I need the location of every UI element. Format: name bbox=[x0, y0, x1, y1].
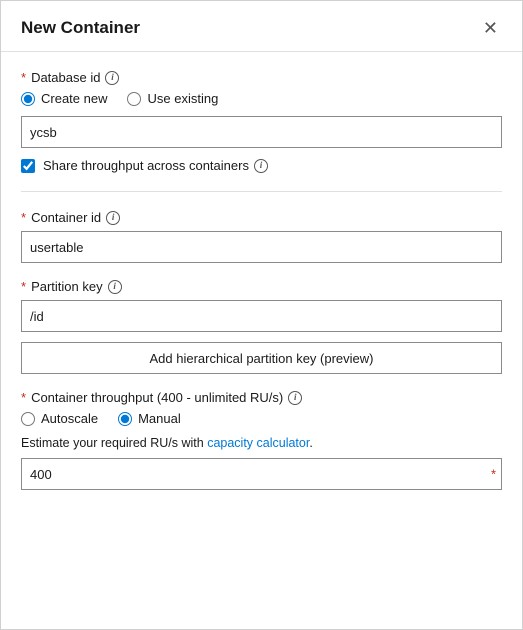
throughput-input[interactable] bbox=[21, 458, 502, 490]
throughput-label-text: Container throughput (400 - unlimited RU… bbox=[31, 390, 283, 405]
section-divider bbox=[21, 191, 502, 192]
estimate-prefix: Estimate your required RU/s with bbox=[21, 436, 207, 450]
estimate-suffix: . bbox=[309, 436, 312, 450]
dialog-title: New Container bbox=[21, 18, 140, 38]
partition-required-star: * bbox=[21, 279, 26, 294]
dialog-body: * Database id i Create new Use existing bbox=[1, 52, 522, 508]
create-new-radio[interactable] bbox=[21, 92, 35, 106]
use-existing-label-text: Use existing bbox=[147, 91, 218, 106]
database-id-input[interactable] bbox=[21, 116, 502, 148]
manual-radio-label[interactable]: Manual bbox=[118, 411, 181, 426]
database-id-info-icon[interactable]: i bbox=[105, 71, 119, 85]
partition-key-label-text: Partition key bbox=[31, 279, 103, 294]
container-id-input[interactable] bbox=[21, 231, 502, 263]
close-button[interactable]: ✕ bbox=[479, 17, 502, 39]
throughput-input-required-star: * bbox=[491, 467, 496, 482]
throughput-required-star: * bbox=[21, 390, 26, 405]
share-throughput-row: Share throughput across containers i bbox=[21, 158, 502, 173]
autoscale-label-text: Autoscale bbox=[41, 411, 98, 426]
share-throughput-label-text: Share throughput across containers bbox=[43, 158, 249, 173]
throughput-input-wrapper: * bbox=[21, 458, 502, 490]
database-radio-group: Create new Use existing bbox=[21, 91, 502, 106]
create-new-radio-label[interactable]: Create new bbox=[21, 91, 107, 106]
add-partition-btn[interactable]: Add hierarchical partition key (preview) bbox=[21, 342, 502, 374]
share-throughput-label[interactable]: Share throughput across containers i bbox=[43, 158, 268, 173]
dialog-header: New Container ✕ bbox=[1, 1, 522, 52]
throughput-section: * Container throughput (400 - unlimited … bbox=[21, 390, 502, 490]
container-id-section: * Container id i bbox=[21, 210, 502, 263]
manual-radio[interactable] bbox=[118, 412, 132, 426]
database-id-section: * Database id i Create new Use existing bbox=[21, 70, 502, 173]
manual-label-text: Manual bbox=[138, 411, 181, 426]
use-existing-radio-label[interactable]: Use existing bbox=[127, 91, 218, 106]
create-new-label-text: Create new bbox=[41, 91, 107, 106]
estimate-text: Estimate your required RU/s with capacit… bbox=[21, 436, 502, 450]
throughput-label: * Container throughput (400 - unlimited … bbox=[21, 390, 502, 405]
partition-key-input[interactable] bbox=[21, 300, 502, 332]
database-id-label: * Database id i bbox=[21, 70, 502, 85]
capacity-calculator-link[interactable]: capacity calculator bbox=[207, 436, 309, 450]
autoscale-radio-label[interactable]: Autoscale bbox=[21, 411, 98, 426]
use-existing-radio[interactable] bbox=[127, 92, 141, 106]
throughput-radio-group: Autoscale Manual bbox=[21, 411, 502, 426]
container-id-label: * Container id i bbox=[21, 210, 502, 225]
database-id-label-text: Database id bbox=[31, 70, 100, 85]
container-id-label-text: Container id bbox=[31, 210, 101, 225]
container-required-star: * bbox=[21, 210, 26, 225]
partition-key-info-icon[interactable]: i bbox=[108, 280, 122, 294]
throughput-info-icon[interactable]: i bbox=[288, 391, 302, 405]
partition-key-label: * Partition key i bbox=[21, 279, 502, 294]
share-throughput-checkbox[interactable] bbox=[21, 159, 35, 173]
database-required-star: * bbox=[21, 70, 26, 85]
container-id-info-icon[interactable]: i bbox=[106, 211, 120, 225]
partition-key-section: * Partition key i Add hierarchical parti… bbox=[21, 279, 502, 374]
share-throughput-info-icon[interactable]: i bbox=[254, 159, 268, 173]
new-container-dialog: New Container ✕ * Database id i Create n… bbox=[0, 0, 523, 630]
autoscale-radio[interactable] bbox=[21, 412, 35, 426]
